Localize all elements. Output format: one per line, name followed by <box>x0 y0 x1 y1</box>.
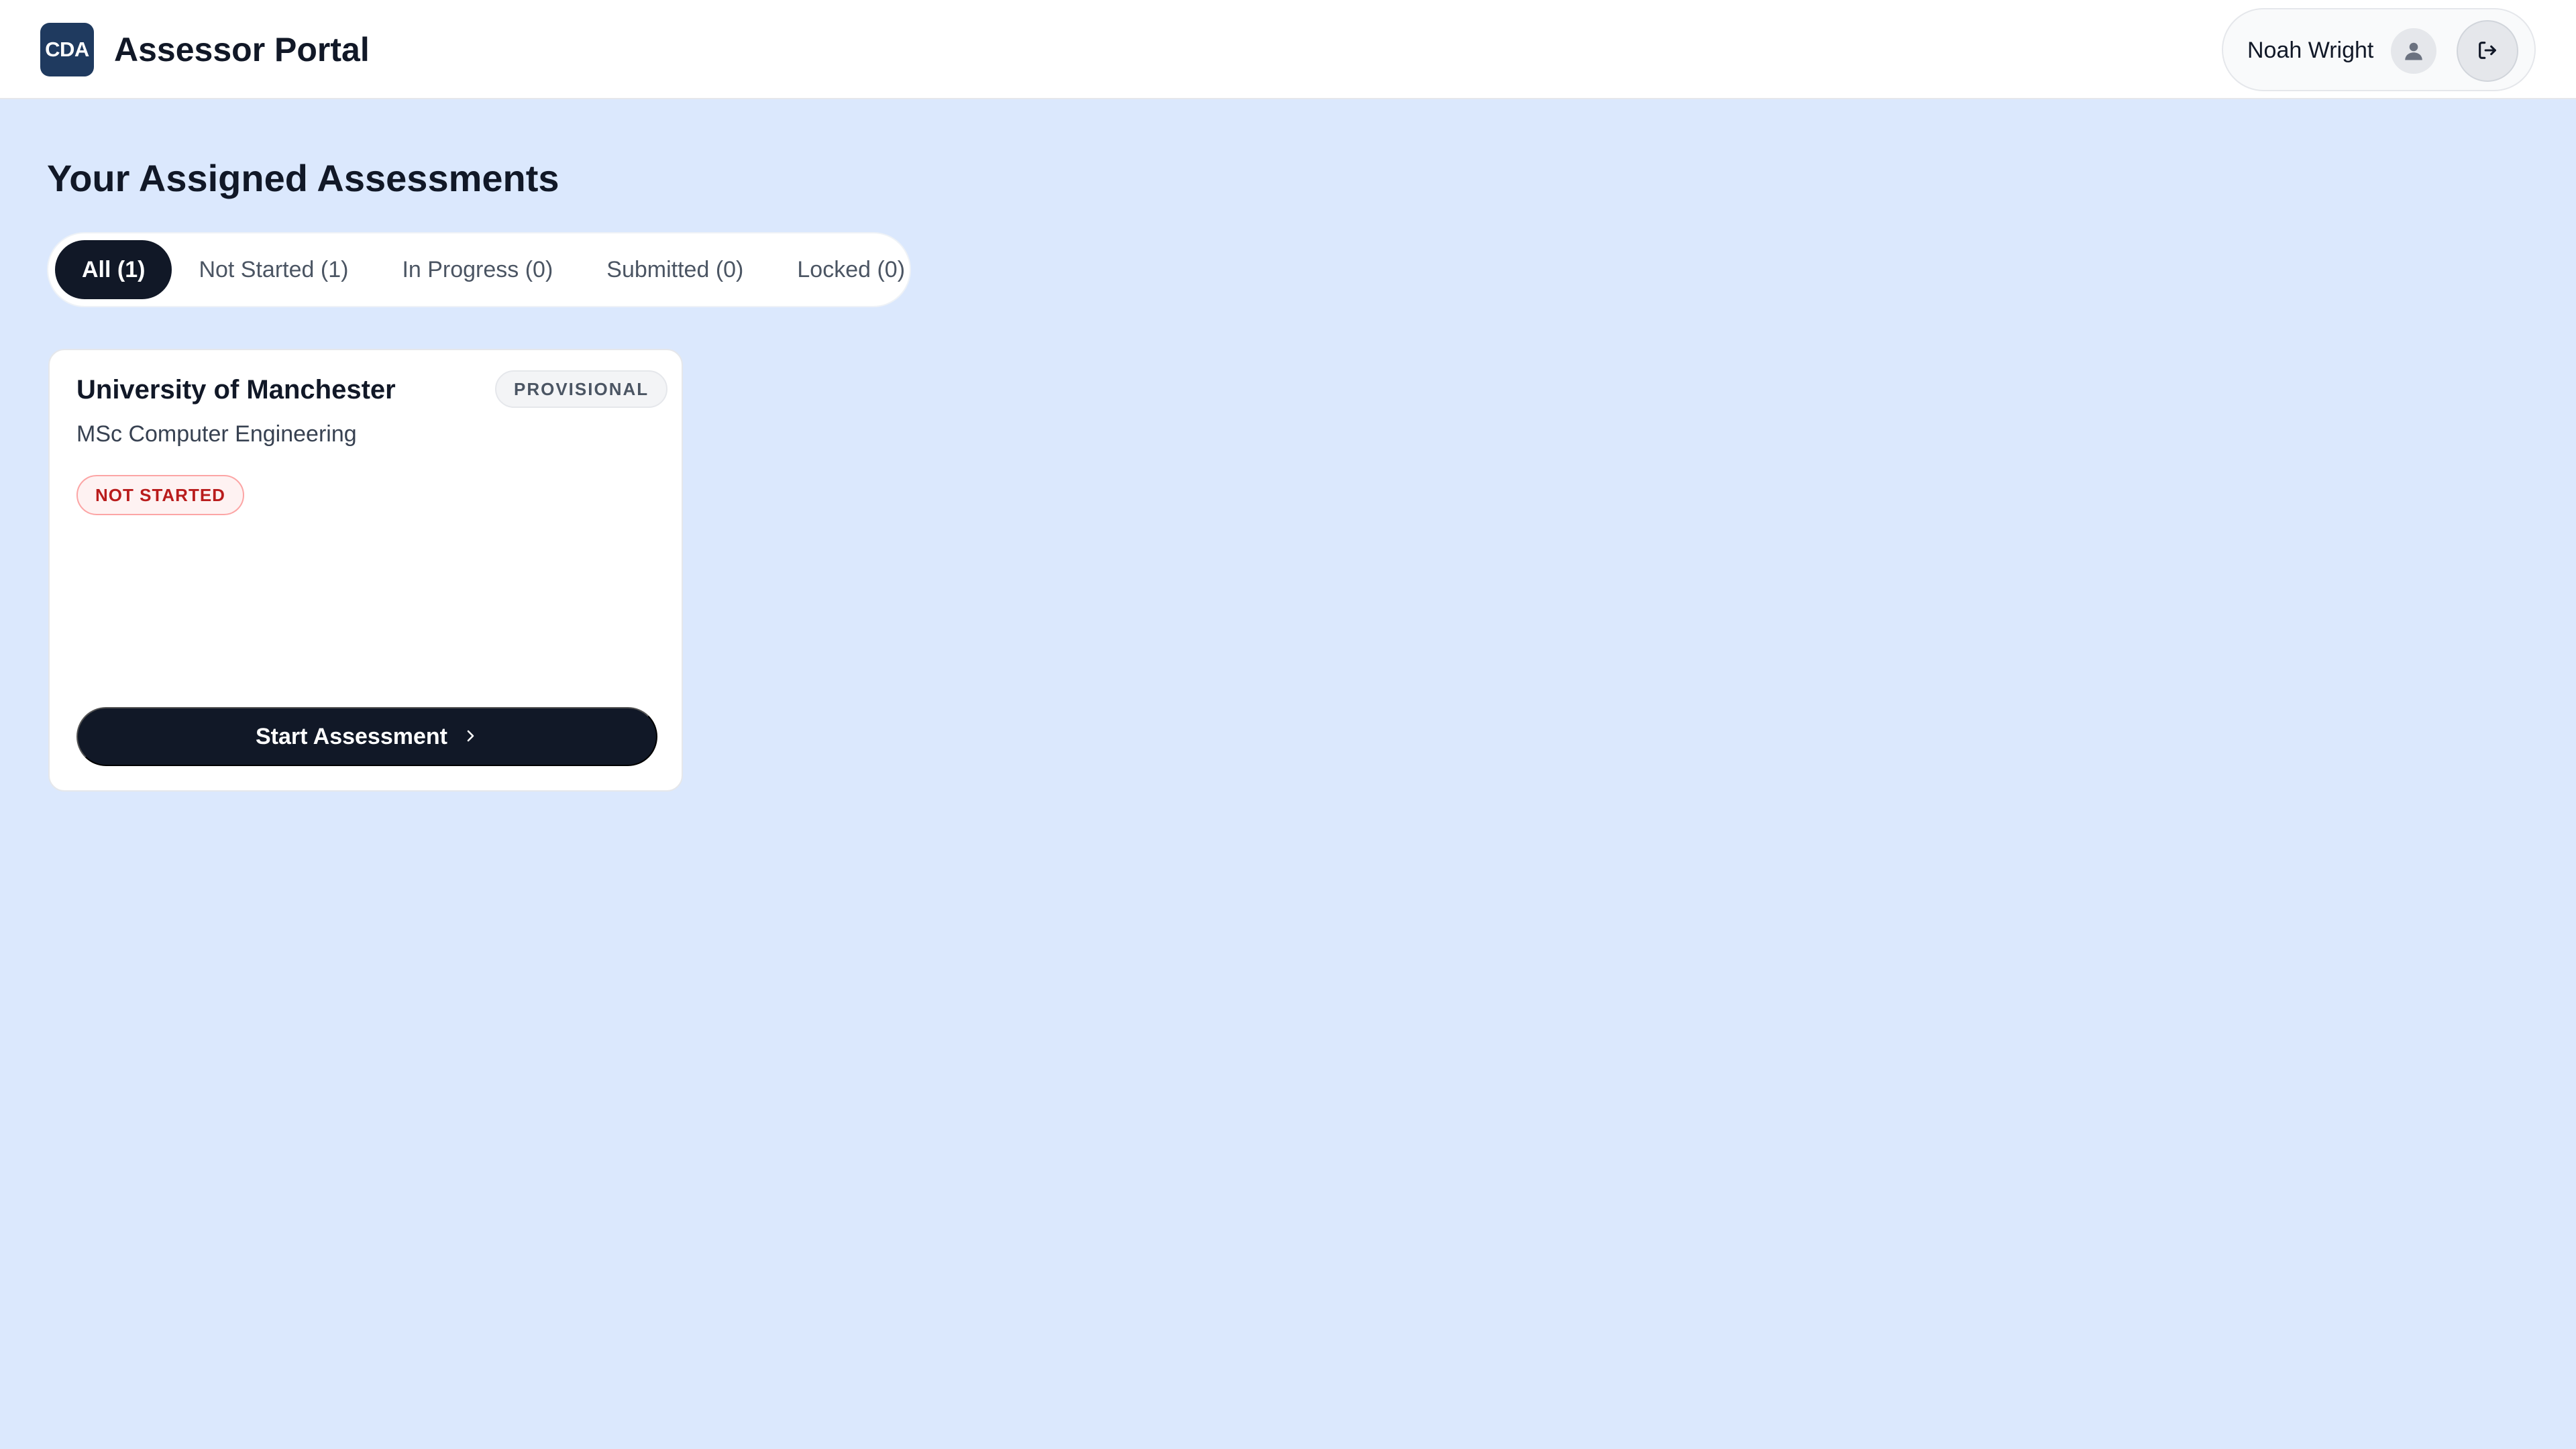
tab-not-started[interactable]: Not Started (1) <box>172 240 375 299</box>
app-title: Assessor Portal <box>114 31 370 68</box>
app-logo[interactable]: CDA <box>40 23 94 76</box>
user-icon[interactable] <box>2391 28 2436 74</box>
chevron-right-icon <box>462 724 478 750</box>
start-assessment-label: Start Assessment <box>256 723 447 749</box>
tab-submitted[interactable]: Submitted (0) <box>580 240 770 299</box>
logout-button[interactable] <box>2457 20 2518 82</box>
user-name: Noah Wright <box>2247 38 2374 63</box>
page-title: Your Assigned Assessments <box>47 157 559 199</box>
filter-tabs: All (1) Not Started (1) In Progress (0) … <box>47 232 911 307</box>
top-bar: CDA Assessor Portal Noah Wright <box>0 0 2576 99</box>
type-badge: PROVISIONAL <box>495 370 668 408</box>
user-menu: Noah Wright <box>2222 8 2536 91</box>
program-name: MSc Computer Engineering <box>76 421 357 447</box>
tab-in-progress[interactable]: In Progress (0) <box>375 240 580 299</box>
logout-icon <box>2476 39 2499 64</box>
tab-locked[interactable]: Locked (0) <box>770 240 932 299</box>
assessment-card: University of Manchester PROVISIONAL MSc… <box>48 349 683 792</box>
institution-name: University of Manchester <box>76 375 396 405</box>
tab-all[interactable]: All (1) <box>55 240 172 299</box>
status-badge: NOT STARTED <box>76 475 244 515</box>
start-assessment-button[interactable]: Start Assessment <box>76 707 657 766</box>
